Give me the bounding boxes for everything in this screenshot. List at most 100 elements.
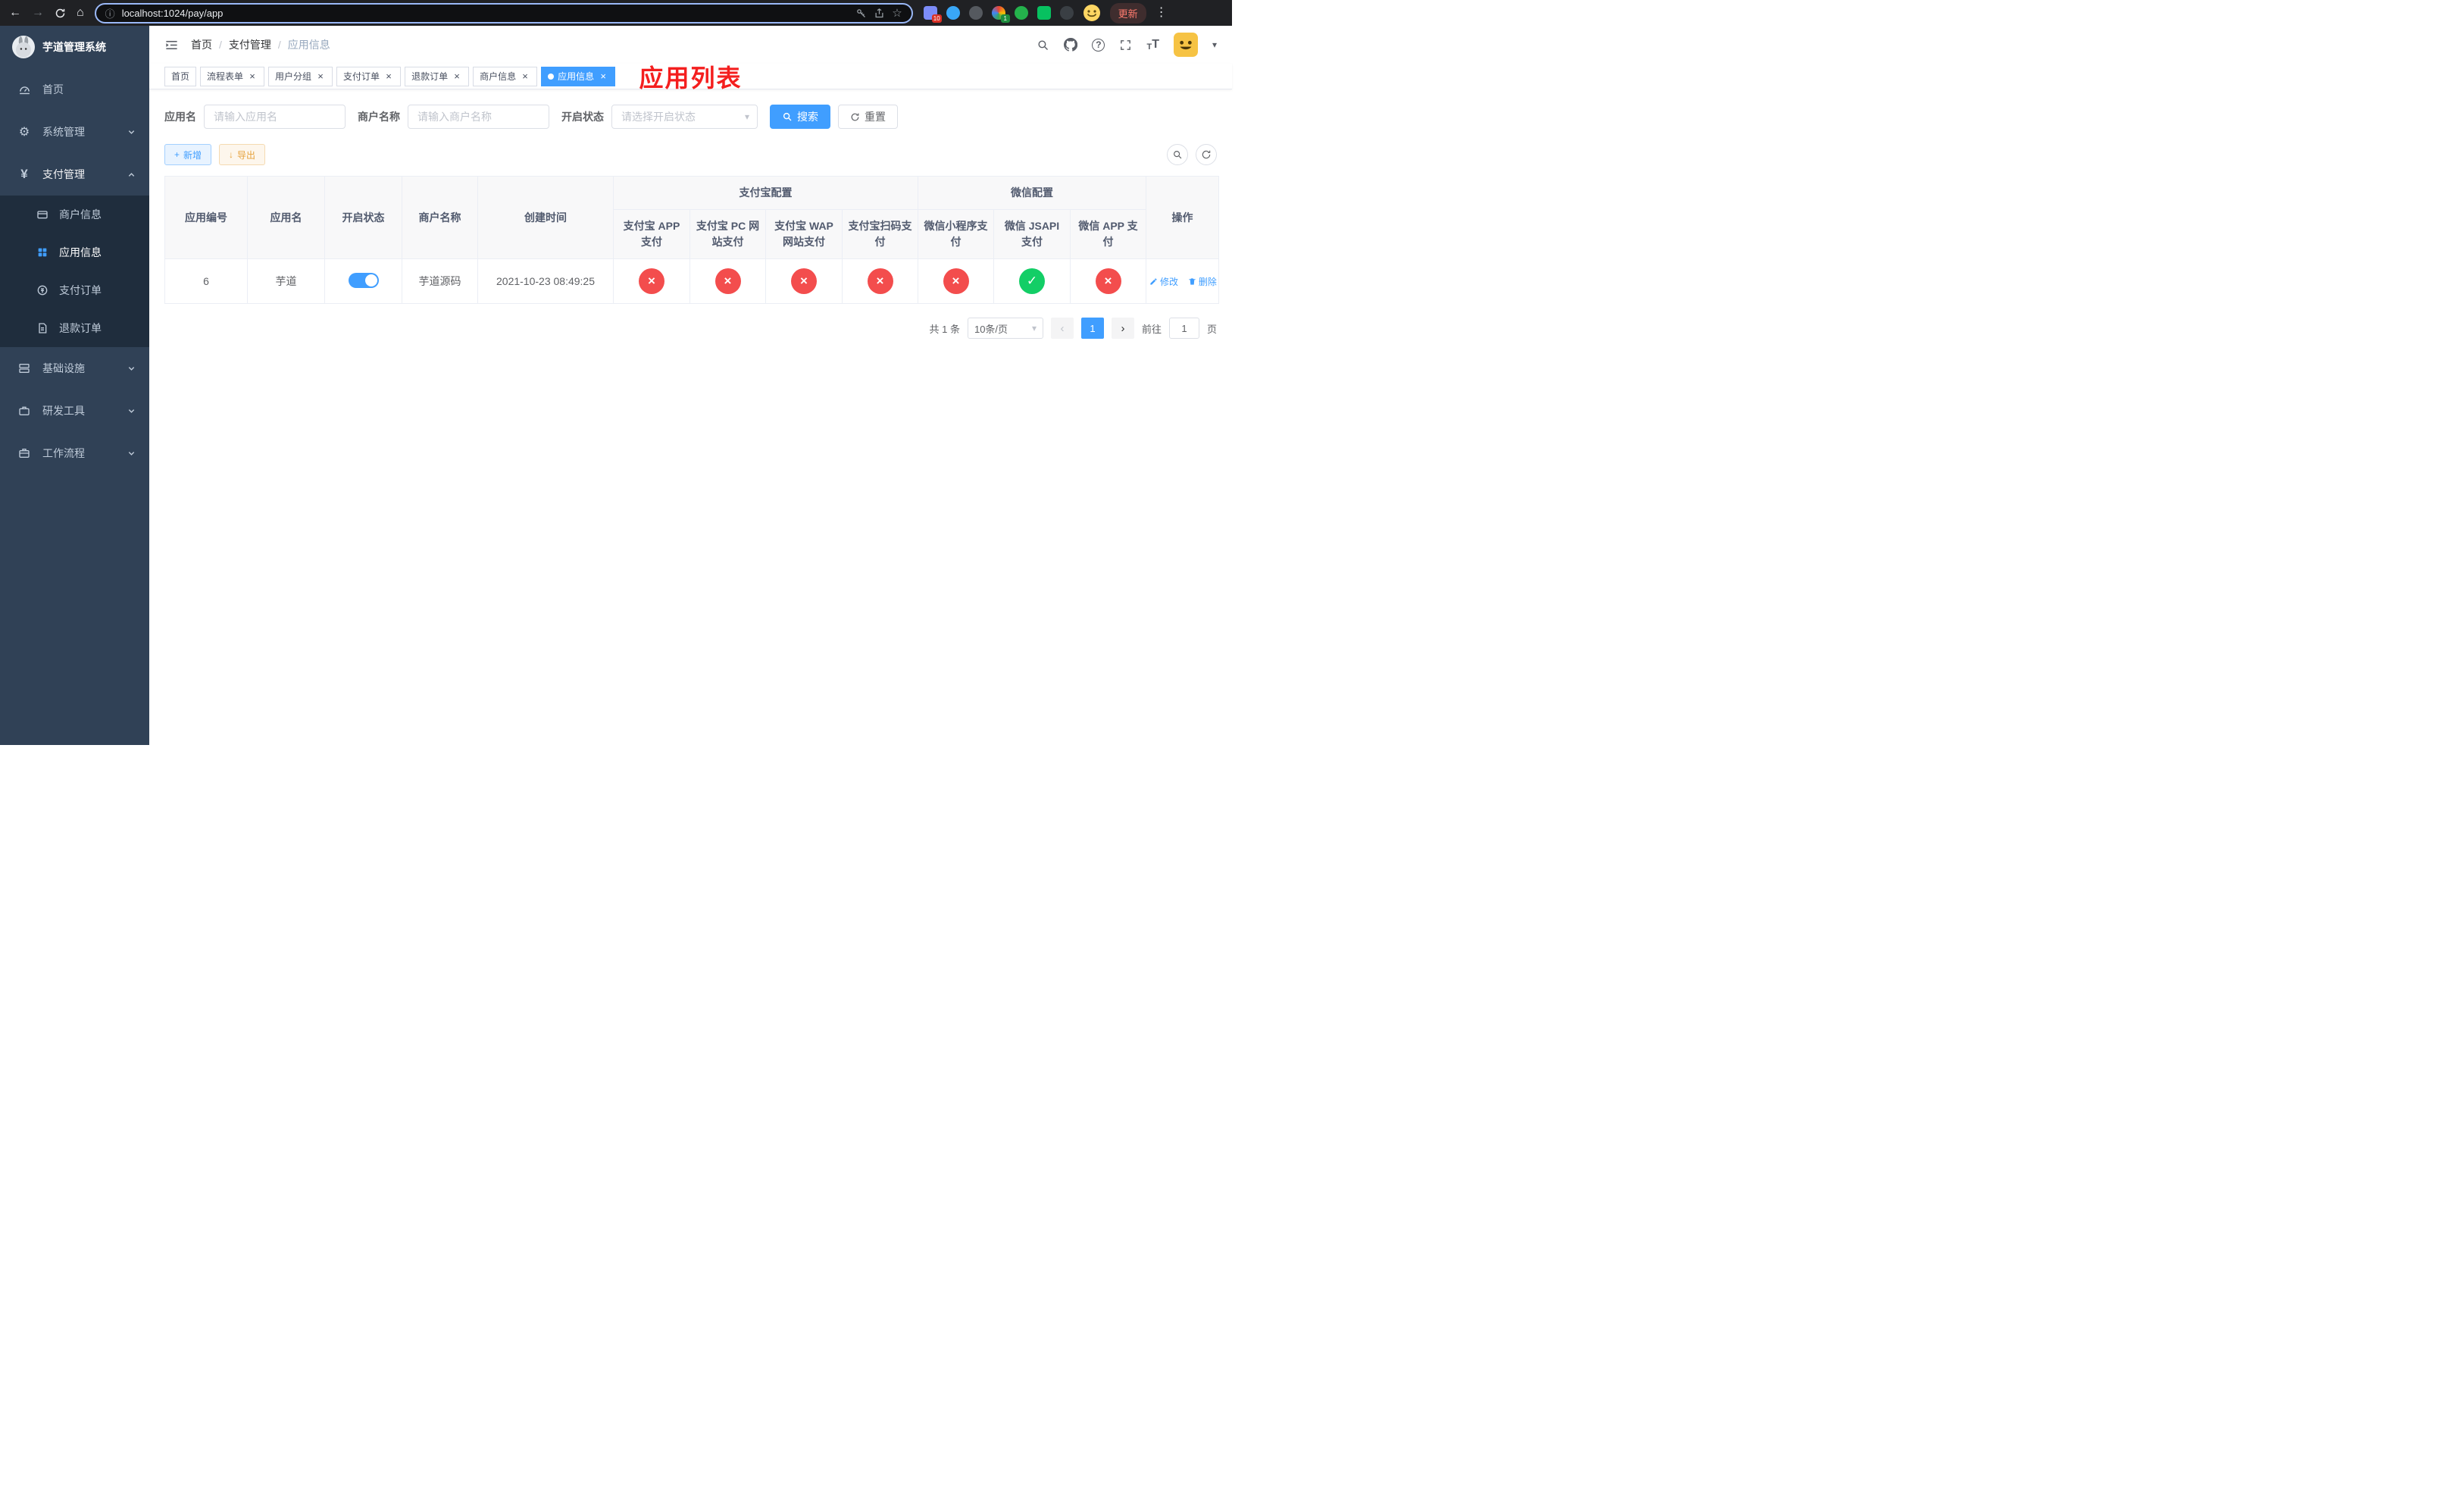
extension-icon[interactable]: 1 <box>991 6 1010 23</box>
sidebar-item-refund-order[interactable]: 退款订单 <box>0 309 149 347</box>
font-size-big-t: T <box>1152 38 1159 51</box>
back-icon[interactable]: ← <box>9 7 21 19</box>
sidebar-menu: 首页 ⚙ 系统管理 ¥ 支付管理 商户信息 应用信息 支付订单 退款订单 基础设… <box>0 68 149 474</box>
cell-alipay-wap: × <box>765 258 843 304</box>
cell-created: 2021-10-23 08:49:25 <box>477 258 614 304</box>
cell-alipay-qr: × <box>842 258 918 304</box>
close-icon[interactable]: × <box>452 71 462 82</box>
forward-icon[interactable]: → <box>32 7 44 19</box>
breadcrumb-home[interactable]: 首页 <box>191 37 212 52</box>
sidebar-item-home[interactable]: 首页 <box>0 68 149 111</box>
search-icon[interactable] <box>1037 39 1049 52</box>
col-header-status: 开启状态 <box>324 176 402 259</box>
cell-wx-lite: × <box>918 258 994 304</box>
fullscreen-icon[interactable] <box>1119 39 1132 52</box>
close-icon[interactable]: × <box>520 71 530 82</box>
extension-icon[interactable] <box>968 6 983 20</box>
reload-icon[interactable] <box>55 8 66 19</box>
font-size-small-t: T <box>1146 42 1152 52</box>
goto-page-input[interactable] <box>1168 318 1199 339</box>
navbar-actions: ? TT ▾ <box>1037 33 1217 57</box>
filter-form: 应用名 商户名称 开启状态 请选择开启状态 ▾ 搜索 <box>164 105 1217 129</box>
search-button[interactable]: 搜索 <box>770 105 830 129</box>
status-check-icon: ✓ <box>1019 268 1045 294</box>
browser-profile-avatar[interactable] <box>1083 4 1101 22</box>
extension-icon[interactable]: 10 <box>923 6 942 23</box>
sidebar-item-infrastructure[interactable]: 基础设施 <box>0 347 149 390</box>
sidebar-item-label: 系统管理 <box>42 126 85 138</box>
kebab-menu-icon[interactable]: ⋮ <box>1155 7 1168 19</box>
github-icon[interactable] <box>1064 38 1078 52</box>
font-size-icon[interactable]: TT <box>1146 38 1159 52</box>
tab-process-form[interactable]: 流程表单 × <box>200 66 265 86</box>
app-logo[interactable]: 芋道管理系统 <box>0 26 149 68</box>
group-header-alipay: 支付宝配置 <box>613 176 918 210</box>
export-button[interactable]: ↓ 导出 <box>219 144 266 165</box>
close-icon[interactable]: × <box>598 71 608 82</box>
tab-refund-order[interactable]: 退款订单 × <box>405 66 470 86</box>
page-size-select[interactable]: 10条/页 ▾ <box>967 318 1043 339</box>
pagination: 共 1 条 10条/页 ▾ ‹ 1 › 前往 页 <box>164 318 1217 339</box>
bookmark-star-icon[interactable]: ☆ <box>892 6 902 20</box>
update-button[interactable]: 更新 <box>1109 2 1146 23</box>
app-table: 应用编号 应用名 开启状态 商户名称 创建时间 支付宝配置 微信配置 操作 支付… <box>164 176 1220 304</box>
status-cross-icon: × <box>639 268 664 294</box>
breadcrumb: 首页 / 支付管理 / 应用信息 <box>191 37 330 52</box>
extension-icon[interactable] <box>1037 6 1051 20</box>
close-icon[interactable]: × <box>315 71 326 82</box>
sidebar-item-label: 应用信息 <box>59 246 102 258</box>
plus-icon: + <box>174 149 180 160</box>
chevron-down-icon[interactable]: ▾ <box>1212 39 1217 50</box>
status-select[interactable]: 请选择开启状态 ▾ <box>611 105 758 129</box>
tab-user-group[interactable]: 用户分组 × <box>268 66 333 86</box>
info-icon[interactable]: ⓘ <box>105 6 115 20</box>
puzzle-extension-icon[interactable] <box>1059 6 1074 20</box>
yen-icon: ¥ <box>20 167 28 181</box>
delete-link[interactable]: 删除 <box>1188 275 1217 288</box>
breadcrumb-payment[interactable]: 支付管理 <box>229 37 271 52</box>
edit-link[interactable]: 修改 <box>1149 275 1178 288</box>
sidebar-item-payment[interactable]: ¥ 支付管理 <box>0 153 149 196</box>
close-icon[interactable]: × <box>383 71 394 82</box>
share-icon[interactable] <box>874 8 885 19</box>
logo-avatar-icon <box>12 36 35 58</box>
merchant-name-input[interactable] <box>408 105 549 129</box>
col-header-alipay-wap: 支付宝 WAP 网站支付 <box>765 209 843 259</box>
current-page-button[interactable]: 1 <box>1080 318 1104 339</box>
home-icon[interactable]: ⌂ <box>77 7 84 19</box>
app-name-input[interactable] <box>204 105 346 129</box>
sidebar-item-merchant-info[interactable]: 商户信息 <box>0 196 149 233</box>
tab-app-info[interactable]: 应用信息 × <box>541 66 616 86</box>
tab-pay-order[interactable]: 支付订单 × <box>336 66 402 86</box>
address-bar[interactable]: ⓘ localhost:1024/pay/app ☆ <box>94 2 913 23</box>
export-button-label: 导出 <box>237 149 256 161</box>
toolbox-icon <box>17 405 32 417</box>
tab-home[interactable]: 首页 <box>164 66 197 86</box>
col-header-ops: 操作 <box>1146 176 1220 259</box>
collapse-sidebar-icon[interactable] <box>164 38 179 52</box>
sidebar-item-pay-order[interactable]: 支付订单 <box>0 271 149 309</box>
sidebar-item-app-info[interactable]: 应用信息 <box>0 233 149 271</box>
prev-page-button[interactable]: ‹ <box>1050 318 1074 339</box>
col-header-alipay-qr: 支付宝扫码支付 <box>842 209 918 259</box>
sidebar-item-workflow[interactable]: 工作流程 <box>0 432 149 474</box>
cell-name: 芋道 <box>247 258 325 304</box>
status-toggle[interactable] <box>348 272 379 288</box>
toggle-search-button[interactable] <box>1167 144 1188 165</box>
close-icon[interactable]: × <box>247 71 258 82</box>
next-page-button[interactable]: › <box>1111 318 1134 339</box>
user-avatar[interactable] <box>1173 33 1198 57</box>
extension-icon[interactable] <box>1014 6 1028 20</box>
chevron-down-icon: ▾ <box>744 111 749 122</box>
help-icon[interactable]: ? <box>1092 38 1105 52</box>
reset-button[interactable]: 重置 <box>838 105 898 129</box>
sidebar-item-dev-tools[interactable]: 研发工具 <box>0 390 149 432</box>
add-button[interactable]: + 新增 <box>164 144 212 165</box>
extension-icon[interactable] <box>946 6 960 20</box>
refresh-button[interactable] <box>1196 144 1217 165</box>
download-icon: ↓ <box>229 149 234 160</box>
key-icon[interactable] <box>855 8 867 19</box>
sidebar-item-system[interactable]: ⚙ 系统管理 <box>0 111 149 153</box>
tab-label: 用户分组 <box>275 71 312 82</box>
tab-merchant-info[interactable]: 商户信息 × <box>473 66 538 86</box>
